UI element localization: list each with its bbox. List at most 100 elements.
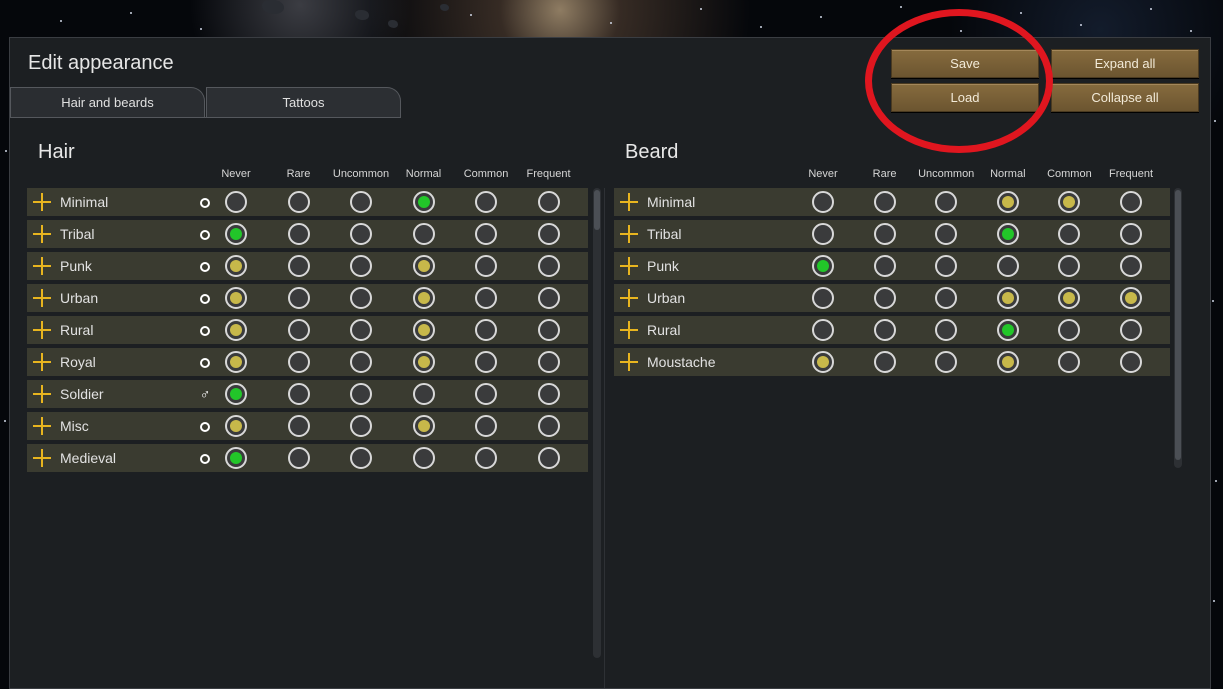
hair-frequency-radio-common[interactable] — [475, 447, 497, 469]
expand-plus-icon[interactable] — [33, 417, 51, 435]
hair-frequency-radio-frequent[interactable] — [537, 415, 560, 437]
hair-frequency-radio-never[interactable] — [225, 287, 247, 309]
hair-frequency-radio-normal[interactable] — [412, 287, 435, 309]
expand-plus-icon[interactable] — [620, 321, 638, 339]
expand-plus-icon[interactable] — [620, 289, 638, 307]
beard-frequency-radio-never[interactable] — [812, 351, 834, 373]
beard-frequency-radio-normal[interactable] — [996, 319, 1019, 341]
expand-plus-icon[interactable] — [33, 353, 51, 371]
beard-frequency-radio-frequent[interactable] — [1120, 223, 1142, 245]
hair-frequency-radio-uncommon[interactable] — [350, 351, 372, 373]
hair-frequency-radio-rare[interactable] — [287, 351, 310, 373]
hair-frequency-radio-normal[interactable] — [412, 319, 435, 341]
expand-plus-icon[interactable] — [33, 193, 51, 211]
hair-frequency-radio-normal[interactable] — [412, 255, 435, 277]
hair-frequency-radio-uncommon[interactable] — [350, 383, 372, 405]
hair-frequency-radio-rare[interactable] — [287, 383, 310, 405]
hair-frequency-radio-normal[interactable] — [412, 351, 435, 373]
hair-frequency-radio-uncommon[interactable] — [350, 447, 372, 469]
hair-scroll-thumb[interactable] — [594, 190, 600, 230]
beard-frequency-radio-normal[interactable] — [996, 351, 1019, 373]
hair-frequency-radio-common[interactable] — [475, 287, 497, 309]
beard-frequency-radio-uncommon[interactable] — [935, 319, 958, 341]
hair-frequency-radio-frequent[interactable] — [537, 319, 560, 341]
tab-hair-and-beards[interactable]: Hair and beards — [10, 87, 205, 118]
hair-frequency-radio-frequent[interactable] — [537, 223, 560, 245]
hair-frequency-radio-rare[interactable] — [287, 287, 310, 309]
hair-frequency-radio-common[interactable] — [475, 415, 497, 437]
beard-frequency-radio-common[interactable] — [1058, 351, 1081, 373]
expand-all-button[interactable]: Expand all — [1051, 49, 1199, 78]
hair-frequency-radio-normal[interactable] — [412, 415, 435, 437]
hair-frequency-radio-normal[interactable] — [412, 223, 435, 245]
hair-frequency-radio-rare[interactable] — [287, 447, 310, 469]
hair-frequency-radio-rare[interactable] — [287, 223, 310, 245]
hair-frequency-radio-common[interactable] — [475, 191, 497, 213]
hair-frequency-radio-common[interactable] — [475, 383, 497, 405]
hair-frequency-radio-rare[interactable] — [287, 415, 310, 437]
beard-scrollbar[interactable] — [1174, 188, 1182, 468]
hair-frequency-radio-frequent[interactable] — [537, 351, 560, 373]
hair-frequency-radio-uncommon[interactable] — [350, 319, 372, 341]
expand-plus-icon[interactable] — [620, 353, 638, 371]
hair-frequency-radio-normal[interactable] — [412, 447, 435, 469]
tab-tattoos[interactable]: Tattoos — [206, 87, 401, 118]
beard-frequency-radio-rare[interactable] — [873, 319, 896, 341]
beard-frequency-radio-uncommon[interactable] — [935, 287, 958, 309]
beard-frequency-radio-frequent[interactable] — [1120, 319, 1142, 341]
hair-frequency-radio-frequent[interactable] — [537, 383, 560, 405]
hair-frequency-radio-rare[interactable] — [287, 255, 310, 277]
beard-frequency-radio-never[interactable] — [812, 255, 834, 277]
beard-frequency-radio-uncommon[interactable] — [935, 223, 958, 245]
beard-frequency-radio-rare[interactable] — [873, 223, 896, 245]
hair-frequency-radio-rare[interactable] — [287, 191, 310, 213]
hair-frequency-radio-normal[interactable] — [412, 383, 435, 405]
beard-scroll-thumb[interactable] — [1175, 190, 1181, 460]
hair-frequency-radio-never[interactable] — [225, 447, 247, 469]
beard-frequency-radio-rare[interactable] — [873, 191, 896, 213]
hair-scrollbar[interactable] — [593, 188, 601, 658]
beard-frequency-radio-normal[interactable] — [996, 255, 1019, 277]
beard-frequency-radio-never[interactable] — [812, 287, 834, 309]
hair-frequency-radio-common[interactable] — [475, 351, 497, 373]
hair-frequency-radio-normal[interactable] — [412, 191, 435, 213]
hair-frequency-radio-never[interactable] — [225, 415, 247, 437]
beard-frequency-radio-normal[interactable] — [996, 287, 1019, 309]
beard-frequency-radio-rare[interactable] — [873, 287, 896, 309]
beard-frequency-radio-normal[interactable] — [996, 223, 1019, 245]
hair-frequency-radio-frequent[interactable] — [537, 191, 560, 213]
expand-plus-icon[interactable] — [33, 321, 51, 339]
expand-plus-icon[interactable] — [620, 193, 638, 211]
beard-frequency-radio-rare[interactable] — [873, 351, 896, 373]
beard-frequency-radio-common[interactable] — [1058, 255, 1081, 277]
expand-plus-icon[interactable] — [33, 225, 51, 243]
expand-plus-icon[interactable] — [620, 257, 638, 275]
expand-plus-icon[interactable] — [620, 225, 638, 243]
hair-frequency-radio-common[interactable] — [475, 255, 497, 277]
beard-frequency-radio-uncommon[interactable] — [935, 255, 958, 277]
hair-frequency-radio-uncommon[interactable] — [350, 287, 372, 309]
beard-frequency-radio-frequent[interactable] — [1120, 351, 1142, 373]
hair-frequency-radio-never[interactable] — [225, 319, 247, 341]
beard-frequency-radio-common[interactable] — [1058, 223, 1081, 245]
hair-frequency-radio-common[interactable] — [475, 319, 497, 341]
hair-frequency-radio-never[interactable] — [225, 351, 247, 373]
expand-plus-icon[interactable] — [33, 289, 51, 307]
beard-frequency-radio-frequent[interactable] — [1120, 255, 1142, 277]
hair-frequency-radio-uncommon[interactable] — [350, 223, 372, 245]
hair-frequency-radio-rare[interactable] — [287, 319, 310, 341]
hair-frequency-radio-never[interactable] — [225, 223, 247, 245]
beard-frequency-radio-never[interactable] — [812, 319, 834, 341]
hair-frequency-radio-uncommon[interactable] — [350, 191, 372, 213]
hair-frequency-radio-uncommon[interactable] — [350, 415, 372, 437]
hair-frequency-radio-never[interactable] — [225, 255, 247, 277]
hair-frequency-radio-uncommon[interactable] — [350, 255, 372, 277]
hair-frequency-radio-frequent[interactable] — [537, 287, 560, 309]
hair-frequency-radio-common[interactable] — [475, 223, 497, 245]
hair-frequency-radio-frequent[interactable] — [537, 447, 560, 469]
beard-frequency-radio-frequent[interactable] — [1120, 191, 1142, 213]
beard-frequency-radio-frequent[interactable] — [1120, 287, 1142, 309]
beard-frequency-radio-rare[interactable] — [873, 255, 896, 277]
beard-frequency-radio-uncommon[interactable] — [935, 191, 958, 213]
collapse-all-button[interactable]: Collapse all — [1051, 83, 1199, 112]
